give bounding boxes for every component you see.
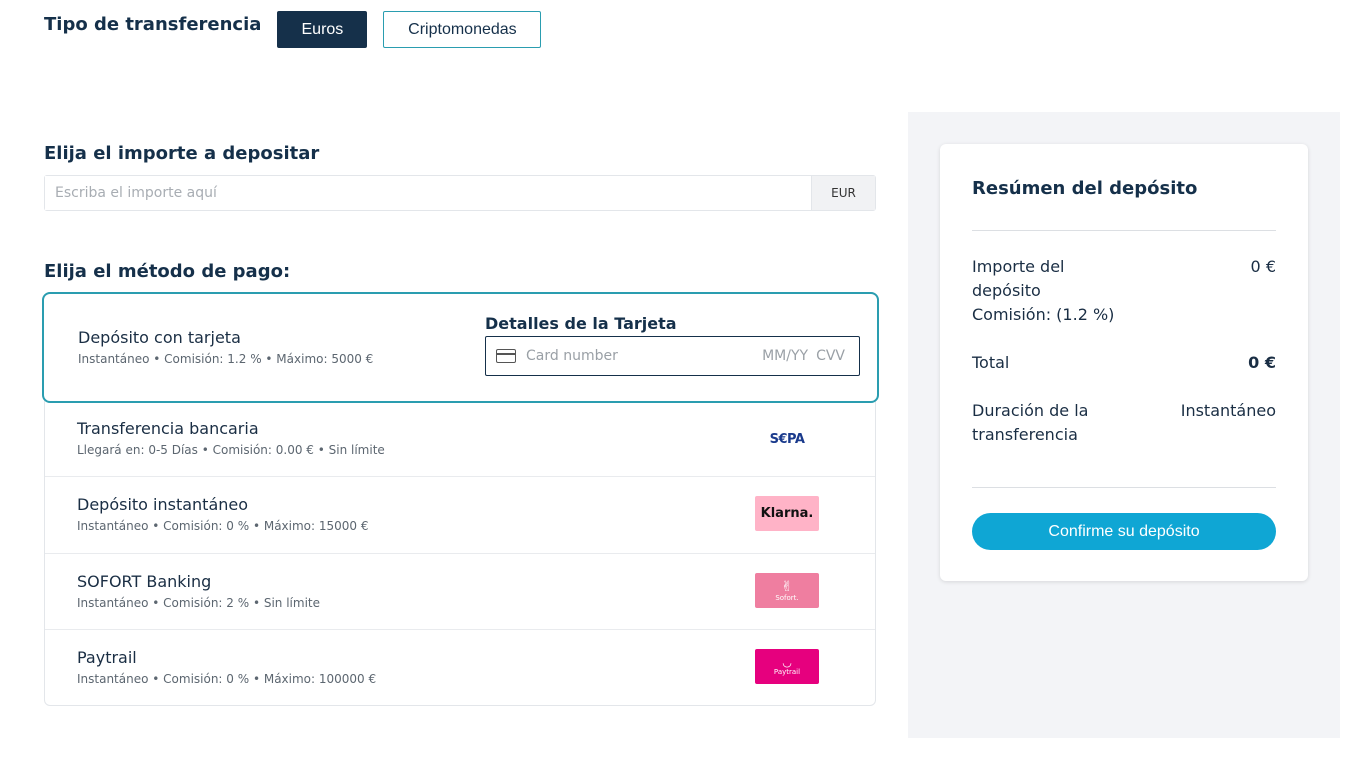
method-name: Transferencia bancaria xyxy=(77,419,259,438)
confirm-deposit-button[interactable]: Confirme su depósito xyxy=(972,513,1276,550)
amount-title: Elija el importe a depositar xyxy=(44,143,320,164)
summary-value: 0 € xyxy=(1250,257,1276,276)
peace-hand-icon: ✌ xyxy=(781,578,793,595)
method-sofort[interactable]: SOFORT Banking Instantáneo • Comisión: 2… xyxy=(45,554,875,630)
amount-input-group: EUR xyxy=(44,175,876,211)
card-details-title: Detalles de la Tarjeta xyxy=(485,314,677,333)
method-meta: Instantáneo • Comisión: 2 % • Sin límite xyxy=(77,596,320,610)
card-input-field[interactable]: Card number MM/YY CVV xyxy=(485,336,860,376)
summary-divider xyxy=(972,487,1276,488)
payment-method-list: Depósito con tarjeta Instantáneo • Comis… xyxy=(42,292,879,706)
method-meta: Llegará en: 0-5 Días • Comisión: 0.00 € … xyxy=(77,443,385,457)
method-meta: Instantáneo • Comisión: 0 % • Máximo: 15… xyxy=(77,519,369,533)
method-instant-deposit[interactable]: Depósito instantáneo Instantáneo • Comis… xyxy=(45,477,875,554)
summary-card: Resúmen del depósito Importe del depósit… xyxy=(940,144,1308,581)
euros-button[interactable]: Euros xyxy=(277,11,368,48)
payment-method-title: Elija el método de pago: xyxy=(44,261,291,282)
summary-value: Instantáneo xyxy=(1180,401,1276,420)
credit-card-icon xyxy=(496,349,516,363)
method-bank-transfer[interactable]: Transferencia bancaria Llegará en: 0-5 D… xyxy=(45,402,875,477)
method-card-deposit[interactable]: Depósito con tarjeta Instantáneo • Comis… xyxy=(42,292,879,403)
method-name: Depósito instantáneo xyxy=(77,495,249,514)
method-name: Paytrail xyxy=(77,648,137,667)
summary-row-duration: Duración de la transferencia Instantáneo xyxy=(972,399,1276,447)
summary-panel: Resúmen del depósito Importe del depósit… xyxy=(908,112,1340,738)
summary-row-amount: Importe del depósito 0 € xyxy=(972,255,1276,303)
paytrail-logo: ◡ Paytrail xyxy=(755,649,819,684)
crypto-button[interactable]: Criptomonedas xyxy=(383,11,542,48)
summary-row-total: Total 0 € xyxy=(972,351,1276,375)
summary-row-commission: Comisión: (1.2 %) xyxy=(972,303,1276,327)
sofort-logo: ✌ Sofort. xyxy=(755,573,819,608)
summary-label: Comisión: (1.2 %) xyxy=(972,305,1115,324)
summary-label: Total xyxy=(972,353,1010,372)
transfer-type-selector: Tipo de transferencia Euros Criptomoneda… xyxy=(44,11,542,48)
card-cvv-input[interactable]: CVV xyxy=(816,348,845,364)
card-details: Detalles de la Tarjeta Card number MM/YY… xyxy=(485,314,860,376)
method-meta: Instantáneo • Comisión: 1.2 % • Máximo: … xyxy=(78,352,374,366)
summary-label: Duración de la transferencia xyxy=(972,401,1089,444)
summary-value: 0 € xyxy=(1248,353,1276,372)
smile-icon: ◡ xyxy=(782,655,792,669)
method-name: SOFORT Banking xyxy=(77,572,212,591)
klarna-logo: Klarna. xyxy=(755,496,819,531)
method-name: Depósito con tarjeta xyxy=(78,328,241,347)
amount-input[interactable] xyxy=(45,176,811,210)
method-meta: Instantáneo • Comisión: 0 % • Máximo: 10… xyxy=(77,672,377,686)
summary-label: Importe del depósito xyxy=(972,257,1065,300)
summary-divider xyxy=(972,230,1276,231)
card-number-input[interactable]: Card number xyxy=(526,348,762,364)
card-expiry-input[interactable]: MM/YY xyxy=(762,348,808,364)
sepa-logo: S€PA xyxy=(769,432,805,447)
currency-addon: EUR xyxy=(811,176,875,210)
method-paytrail[interactable]: Paytrail Instantáneo • Comisión: 0 % • M… xyxy=(45,630,875,706)
summary-title: Resúmen del depósito xyxy=(972,178,1198,199)
transfer-type-label: Tipo de transferencia xyxy=(44,14,262,35)
